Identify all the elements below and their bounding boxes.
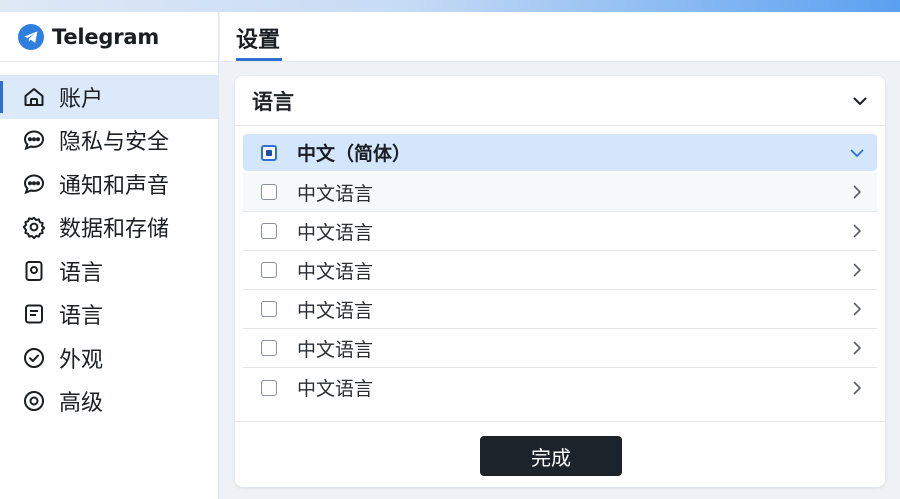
sidebar-item-label: 高级 — [59, 391, 104, 417]
sidebar-item-privacy[interactable]: 隐私与安全 — [0, 119, 218, 163]
check-circle-icon — [24, 347, 44, 368]
chevron-right-icon — [853, 341, 861, 355]
language-checkbox[interactable] — [261, 223, 277, 239]
language-checkbox[interactable] — [261, 340, 277, 356]
settings-header: 设置 — [220, 12, 900, 62]
language-option-label: 中文语言 — [297, 338, 374, 361]
gear-icon — [22, 217, 46, 240]
top-accent-bar — [0, 0, 900, 12]
language-option-selected[interactable]: 中文（简体） — [243, 134, 877, 171]
chevron-right-icon — [853, 263, 861, 277]
note-icon — [25, 304, 43, 324]
chevron-right-icon — [853, 302, 861, 316]
sidebar-item-language-2[interactable]: 语言 — [0, 293, 218, 337]
language-option-label: 中文语言 — [297, 378, 374, 400]
language-option-label: 中文语言 — [297, 182, 374, 205]
language-checkbox[interactable] — [261, 144, 277, 161]
sidebar-item-label: 外观 — [59, 347, 104, 373]
chat-bubble-icon — [23, 174, 45, 194]
language-option[interactable]: 中文语言 — [243, 329, 877, 368]
language-dropdown-header[interactable]: 语言 — [235, 76, 885, 126]
sidebar-item-notifications[interactable]: 通知和声音 — [0, 162, 218, 206]
brand: Telegram — [0, 12, 218, 62]
sidebar-item-account[interactable]: 账户 — [0, 75, 218, 119]
panel-footer: 完成 — [235, 421, 885, 487]
done-button[interactable]: 完成 — [480, 436, 622, 476]
sidebar-item-label: 语言 — [59, 260, 104, 286]
panel-title: 语言 — [252, 89, 294, 114]
sidebar-item-label: 账户 — [59, 86, 104, 112]
target-icon — [24, 391, 44, 412]
language-list: 中文（简体） 中文语言 中文语言 中文语言 中文语言 中文语言 中文语言 — [235, 126, 885, 407]
language-option[interactable]: 中文语言 — [243, 212, 877, 251]
sidebar-item-appearance[interactable]: 外观 — [0, 336, 218, 380]
language-option-label: 中文语言 — [297, 299, 374, 322]
telegram-logo-icon — [18, 23, 44, 50]
language-option[interactable]: 中文语言 — [243, 173, 877, 212]
sidebar-item-data-storage[interactable]: 数据和存储 — [0, 206, 218, 250]
language-panel: 语言 中文（简体） 中文语言 中文语言 中文语言 中文语言 中文语言 中文语言 … — [235, 76, 885, 487]
chevron-right-icon — [853, 185, 861, 199]
tab-underline — [236, 58, 282, 61]
language-option[interactable]: 中文语言 — [243, 251, 877, 290]
chevron-down-icon — [850, 149, 864, 157]
sidebar-nav: 账户 隐私与安全 通知和声音 数据和存储 语言 语言 外观 高级 — [0, 75, 218, 423]
sidebar-item-advanced[interactable]: 高级 — [0, 380, 218, 424]
language-option[interactable]: 中文语言 — [243, 290, 877, 329]
language-checkbox[interactable] — [261, 379, 277, 396]
sidebar-item-label: 语言 — [59, 304, 104, 330]
app-name: Telegram — [52, 24, 160, 49]
sidebar-item-label: 隐私与安全 — [59, 130, 170, 156]
language-option[interactable]: 中文语言 — [243, 368, 877, 407]
language-option-label: 中文语言 — [297, 260, 374, 283]
home-icon — [24, 87, 44, 106]
language-option-label: 中文（简体） — [297, 143, 412, 165]
page-title: 设置 — [236, 28, 281, 53]
sidebar-item-label: 通知和声音 — [59, 173, 170, 199]
language-checkbox[interactable] — [261, 301, 277, 317]
chat-bubble-icon — [23, 130, 45, 151]
language-option-label: 中文语言 — [297, 221, 374, 244]
language-badge-icon — [25, 260, 43, 281]
language-checkbox[interactable] — [261, 184, 277, 200]
chevron-right-icon — [853, 224, 861, 238]
chevron-right-icon — [853, 381, 861, 394]
sidebar-item-language[interactable]: 语言 — [0, 249, 218, 293]
language-checkbox[interactable] — [261, 262, 277, 278]
chevron-down-icon[interactable] — [851, 92, 869, 110]
sidebar-item-label: 数据和存储 — [59, 217, 170, 243]
sidebar: Telegram 账户 隐私与安全 通知和声音 数据和存储 语言 语言 外观 高… — [0, 12, 219, 499]
